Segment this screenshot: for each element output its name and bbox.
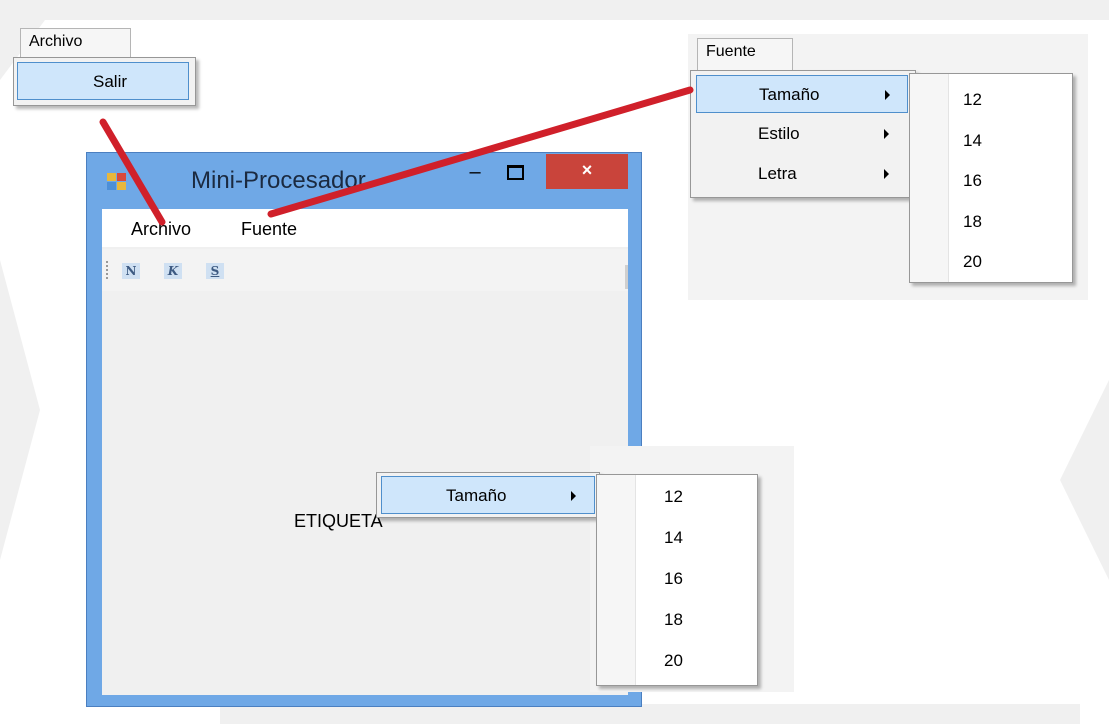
connector-fuente (267, 86, 694, 218)
connector-archivo (99, 118, 166, 226)
connector-lines (99, 86, 694, 226)
